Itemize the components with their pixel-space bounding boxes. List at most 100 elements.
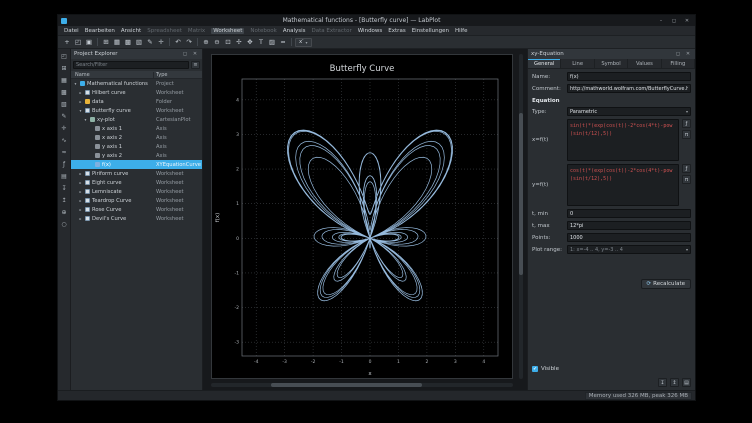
tree-row[interactable]: y axis 1Axis xyxy=(71,142,202,151)
expander-icon[interactable]: ▾ xyxy=(73,81,78,86)
comment-field[interactable] xyxy=(567,84,691,93)
tree-column-header[interactable]: Name Type xyxy=(71,71,202,79)
tree-row[interactable]: ▸dataFolder xyxy=(71,97,202,106)
expander-icon[interactable]: ▸ xyxy=(78,216,83,221)
zoom-in-button[interactable]: ⊕ xyxy=(201,37,211,47)
redo-button[interactable]: ↷ xyxy=(184,37,194,47)
new-note-button[interactable]: ✎ xyxy=(145,37,155,47)
expander-icon[interactable]: ▸ xyxy=(78,171,83,176)
tree-row[interactable]: ▸Devil's CurveWorksheet xyxy=(71,214,202,223)
add-datapicker-tool[interactable]: ✛ xyxy=(60,124,69,133)
add-folder-tool[interactable]: ◰ xyxy=(60,52,69,61)
menu-bearbeiten[interactable]: Bearbeiten xyxy=(85,28,115,34)
settings-tool[interactable]: ○ xyxy=(60,220,69,229)
insert-constant-icon[interactable]: π xyxy=(682,175,691,184)
zoom-out-button[interactable]: ⊖ xyxy=(212,37,222,47)
tree-row[interactable]: ▾Mathematical functionsProject xyxy=(71,79,202,88)
tree-row[interactable]: x axis 2Axis xyxy=(71,133,202,142)
titlebar[interactable]: Mathematical functions - [Butterfly curv… xyxy=(58,15,695,26)
tree-row[interactable]: ▾xy-plotCartesianPlot xyxy=(71,115,202,124)
save-template-button[interactable]: ↥ xyxy=(670,378,679,387)
zoom-tool[interactable]: ⊕ xyxy=(60,208,69,217)
zoom-fit-button[interactable]: ⊡ xyxy=(223,37,233,47)
add-worksheet-tool[interactable]: ▧ xyxy=(60,100,69,109)
add-note-tool[interactable]: ✎ xyxy=(60,112,69,121)
insert-constant-icon[interactable]: π xyxy=(682,130,691,139)
expander-icon[interactable]: ▾ xyxy=(78,108,83,113)
menu-datei[interactable]: Datei xyxy=(64,28,79,34)
menu-ansicht[interactable]: Ansicht xyxy=(121,28,141,34)
minimize-button[interactable]: – xyxy=(656,16,666,25)
tree-row[interactable]: ▸Rose CurveWorksheet xyxy=(71,205,202,214)
add-histogram-tool[interactable]: ▤ xyxy=(60,172,69,181)
new-worksheet-button[interactable]: ▧ xyxy=(134,37,144,47)
dock-float-icon[interactable]: ◻ xyxy=(674,51,682,57)
tmax-field[interactable] xyxy=(567,221,691,230)
menu-einstellungen[interactable]: Einstellungen xyxy=(412,28,449,34)
select-mode-button[interactable]: ✢ xyxy=(234,37,244,47)
tree-row[interactable]: ▸Piriform curveWorksheet xyxy=(71,169,202,178)
save-project-button[interactable]: ▣ xyxy=(84,37,94,47)
expander-icon[interactable]: ▸ xyxy=(78,207,83,212)
expander-icon[interactable]: ▸ xyxy=(78,180,83,185)
worksheet-vscrollbar[interactable] xyxy=(519,54,523,379)
close-button[interactable]: ✕ xyxy=(682,16,692,25)
plot-range-select[interactable]: 1: x=-4 .. 4, y=-3 .. 4 ▾ xyxy=(567,245,691,254)
maximize-button[interactable]: ◻ xyxy=(669,16,679,25)
tmin-field[interactable] xyxy=(567,209,691,218)
export-tool[interactable]: ↥ xyxy=(60,196,69,205)
tab-symbol[interactable]: Symbol xyxy=(595,59,628,68)
worksheet[interactable]: Butterfly Curve -4-3-2-101234-3-2-101234… xyxy=(211,54,513,379)
visible-checkbox[interactable]: ✔ xyxy=(532,366,538,372)
expander-icon[interactable]: ▾ xyxy=(83,117,88,122)
tree-row[interactable]: f(x)XYEquationCurve xyxy=(71,160,202,169)
add-equation-tool[interactable]: ƒ xyxy=(60,160,69,169)
tree-row[interactable]: ▸Hilbert curveWorksheet xyxy=(71,88,202,97)
tab-filling[interactable]: Filling xyxy=(662,59,695,68)
import-data-tool[interactable]: ↧ xyxy=(60,184,69,193)
expander-icon[interactable]: ▸ xyxy=(78,198,83,203)
panel-float-icon[interactable]: ◻ xyxy=(181,51,189,57)
add-curve-tool[interactable]: ≈ xyxy=(60,148,69,157)
expander-icon[interactable]: ▸ xyxy=(78,90,83,95)
add-image-button[interactable]: ▨ xyxy=(267,37,277,47)
menu-analysis[interactable]: Analysis xyxy=(283,28,306,34)
tree-row[interactable]: y axis 2Axis xyxy=(71,151,202,160)
tab-values[interactable]: Values xyxy=(628,59,661,68)
new-spreadsheet-button[interactable]: ▦ xyxy=(112,37,122,47)
filter-options-icon[interactable]: ≡ xyxy=(191,61,200,69)
tree-row[interactable]: ▸LemniscateWorksheet xyxy=(71,187,202,196)
copy-settings-button[interactable]: ▤ xyxy=(682,378,691,387)
new-workbook-button[interactable]: ⊞ xyxy=(101,37,111,47)
add-spreadsheet-tool[interactable]: ▦ xyxy=(60,76,69,85)
add-curve-button[interactable]: ≈ xyxy=(278,37,288,47)
menu-extras[interactable]: Extras xyxy=(388,28,405,34)
search-input[interactable] xyxy=(73,61,189,69)
new-project-button[interactable]: + xyxy=(62,37,72,47)
tab-line[interactable]: Line xyxy=(561,59,594,68)
menu-worksheet[interactable]: Worksheet xyxy=(211,28,244,34)
menu-windows[interactable]: Windows xyxy=(358,28,383,34)
points-field[interactable] xyxy=(567,233,691,242)
new-matrix-button[interactable]: ▩ xyxy=(123,37,133,47)
equation-type-select[interactable]: Parametric ▾ xyxy=(567,107,691,116)
tree-row[interactable]: ▾Butterfly curveWorksheet xyxy=(71,106,202,115)
y-formula-input[interactable]: cos(t)*(exp(cos(t))-2*cos(4*t)-pow(sin(t… xyxy=(567,164,679,206)
add-workbook-tool[interactable]: ⊞ xyxy=(60,64,69,73)
recalculate-button[interactable]: ⟳ Recalculate xyxy=(641,279,691,289)
curve-type-dropdown[interactable]: x′▾ xyxy=(295,38,312,47)
load-template-button[interactable]: ↧ xyxy=(658,378,667,387)
expander-icon[interactable]: ▸ xyxy=(78,189,83,194)
pan-mode-button[interactable]: ✥ xyxy=(245,37,255,47)
worksheet-hscrollbar[interactable] xyxy=(211,383,513,387)
tab-general[interactable]: General xyxy=(528,59,561,68)
menu-hilfe[interactable]: Hilfe xyxy=(455,28,468,34)
insert-function-icon[interactable]: ƒ xyxy=(682,164,691,173)
insert-function-icon[interactable]: ƒ xyxy=(682,119,691,128)
undo-button[interactable]: ↶ xyxy=(173,37,183,47)
tree-row[interactable]: x axis 1Axis xyxy=(71,124,202,133)
new-datapicker-button[interactable]: ✛ xyxy=(156,37,166,47)
dock-close-icon[interactable]: ✕ xyxy=(684,51,692,57)
tree-row[interactable]: ▸Eight curveWorksheet xyxy=(71,178,202,187)
panel-close-icon[interactable]: ✕ xyxy=(191,51,199,57)
